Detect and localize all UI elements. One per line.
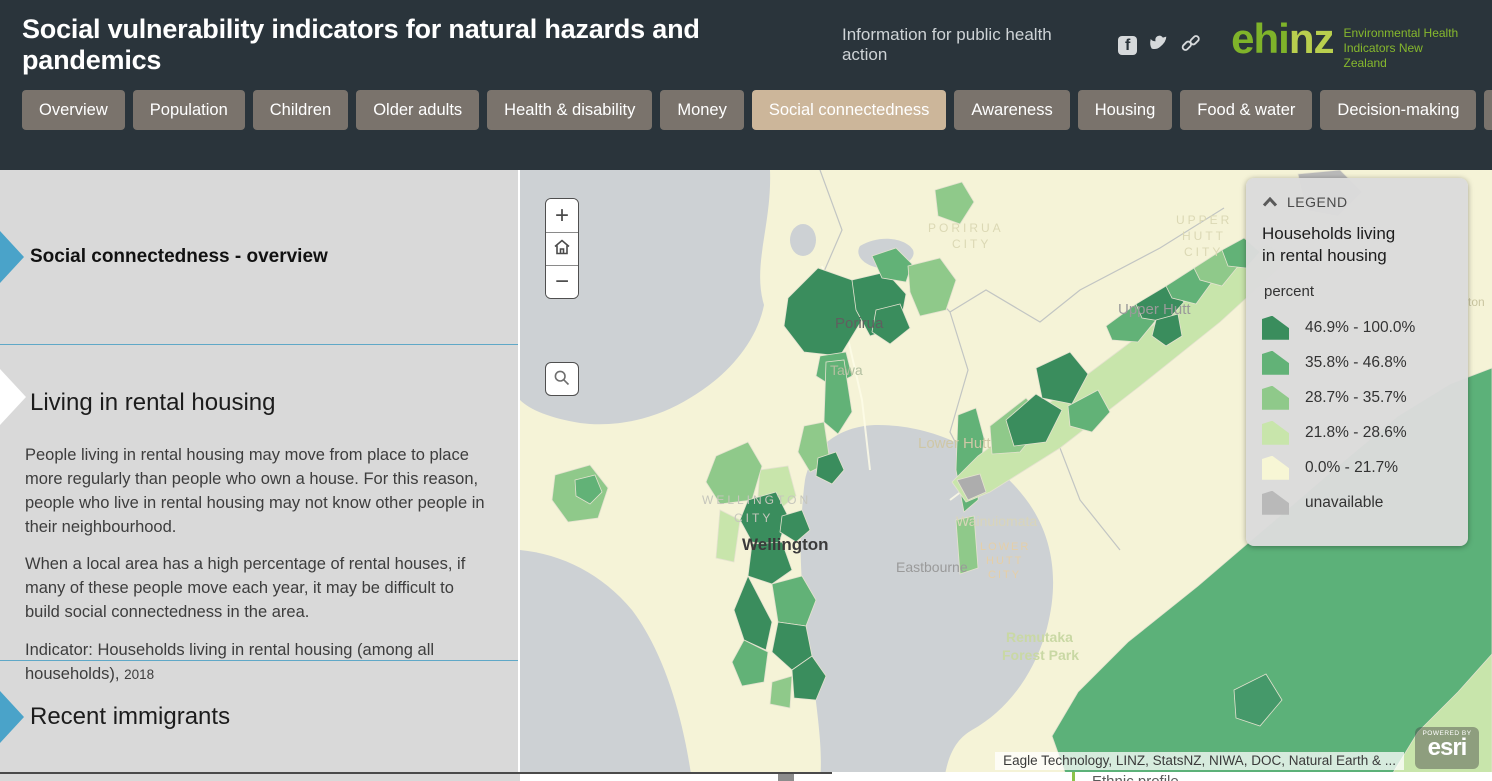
- tab-overview[interactable]: Overview: [22, 90, 125, 130]
- footer-partial-label: Ethnic profile: [1092, 773, 1179, 781]
- page-title: Social vulnerability indicators for natu…: [22, 14, 842, 76]
- class-swatch: [1262, 316, 1289, 340]
- tab-money[interactable]: Money: [660, 90, 744, 130]
- twitter-icon[interactable]: [1149, 34, 1169, 56]
- legend-unit-label: percent: [1262, 283, 1454, 300]
- svg-text:Wellington: Wellington: [742, 535, 829, 554]
- search-icon: [553, 369, 571, 390]
- ehinz-logo[interactable]: ehinz Environmental Health Indicators Ne…: [1231, 20, 1468, 71]
- tab-social-connectedness[interactable]: Social connectedness: [752, 90, 947, 130]
- class-swatch: [1262, 386, 1289, 410]
- footer-strip: Ethnic profile: [0, 772, 1492, 781]
- link-icon[interactable]: [1181, 34, 1201, 57]
- tab-housing[interactable]: Housing: [1078, 90, 1173, 130]
- map-search-button[interactable]: [545, 362, 579, 396]
- sidebar-item-rental-housing[interactable]: Living in rental housing: [0, 345, 518, 443]
- footer-left-segment: [0, 772, 520, 781]
- tab-population[interactable]: Population: [133, 90, 245, 130]
- sidebar-item-recent-immigrants[interactable]: Recent immigrants: [0, 661, 518, 773]
- rental-housing-description: People living in rental housing may move…: [0, 443, 518, 686]
- zoom-in-button[interactable]: +: [546, 199, 578, 232]
- svg-text:CITY: CITY: [988, 569, 1021, 581]
- esri-wordmark: esri: [1415, 737, 1479, 759]
- svg-text:HUTT: HUTT: [1182, 229, 1226, 243]
- legend-header-label: LEGEND: [1287, 194, 1348, 210]
- svg-text:CITY: CITY: [1184, 245, 1223, 259]
- legend-title: Households living in rental housing: [1262, 223, 1412, 267]
- tab-awareness[interactable]: Awareness: [954, 90, 1069, 130]
- svg-text:Eastbourne: Eastbourne: [896, 559, 968, 575]
- legend-item: 35.8% - 46.8%: [1262, 345, 1454, 380]
- legend-collapse-toggle[interactable]: LEGEND: [1262, 194, 1454, 210]
- recent-immigrants-title: Recent immigrants: [0, 703, 230, 731]
- rental-housing-title: Living in rental housing: [0, 389, 276, 417]
- chevron-right-icon: [0, 369, 26, 425]
- legend-item: 21.8% - 28.6%: [1262, 415, 1454, 450]
- svg-text:Porirua: Porirua: [835, 315, 884, 332]
- chevron-up-icon: [1262, 194, 1278, 210]
- tab-health-disability[interactable]: Health & disability: [487, 90, 652, 130]
- svg-text:ton: ton: [1468, 295, 1485, 309]
- sidebar-item-overview[interactable]: Social connectedness - overview: [0, 170, 518, 345]
- footer-green-divider: [1072, 772, 1075, 781]
- svg-text:UPPER: UPPER: [1176, 213, 1232, 227]
- map-attribution: Eagle Technology, LINZ, StatsNZ, NIWA, D…: [995, 752, 1404, 770]
- legend-item: 28.7% - 35.7%: [1262, 380, 1454, 415]
- legend-item: 46.9% - 100.0%: [1262, 310, 1454, 345]
- svg-text:CITY: CITY: [734, 511, 773, 525]
- sidebar-section-rental-housing: Living in rental housing People living i…: [0, 345, 518, 661]
- legend-item: unavailable: [1262, 485, 1454, 520]
- class-swatch: [1262, 491, 1289, 515]
- class-swatch: [1262, 421, 1289, 445]
- svg-text:Upper Hutt: Upper Hutt: [1118, 301, 1191, 318]
- class-swatch: [1262, 456, 1289, 480]
- map-container[interactable]: PORIRUA CITY UPPER HUTT CITY WELLINGTON …: [520, 170, 1492, 781]
- footer-square: [778, 774, 794, 781]
- svg-text:Tawa: Tawa: [830, 362, 863, 378]
- ehinz-logo-text: ehinz: [1231, 20, 1333, 58]
- header-right: Information for public health action f e: [842, 20, 1468, 71]
- map-zoom-controls: + −: [545, 198, 579, 299]
- home-icon: [552, 235, 572, 263]
- paragraph: People living in rental housing may move…: [25, 443, 488, 539]
- chevron-right-icon: [0, 691, 24, 743]
- tab-menu[interactable]: [1484, 90, 1492, 130]
- sidebar-overview-title: Social connectedness - overview: [0, 246, 328, 268]
- svg-text:LOWER: LOWER: [980, 541, 1030, 553]
- legend-item: 0.0% - 21.7%: [1262, 450, 1454, 485]
- legend-panel: LEGEND Households living in rental housi…: [1246, 178, 1468, 546]
- facebook-icon[interactable]: f: [1118, 36, 1137, 55]
- social-icons: f: [1118, 34, 1201, 57]
- home-button[interactable]: [546, 232, 578, 265]
- paragraph: When a local area has a high percentage …: [25, 552, 488, 624]
- chevron-right-icon: [0, 231, 24, 283]
- page: Social vulnerability indicators for natu…: [0, 0, 1492, 781]
- class-swatch: [1262, 351, 1289, 375]
- ehinz-logo-tagline: Environmental Health Indicators New Zeal…: [1343, 20, 1468, 71]
- tab-older-adults[interactable]: Older adults: [356, 90, 479, 130]
- header-subtitle: Information for public health action: [842, 25, 1100, 65]
- nav-tabs: Overview Population Children Older adult…: [0, 76, 1492, 130]
- zoom-out-button[interactable]: −: [546, 265, 578, 298]
- svg-text:Wainuiomata: Wainuiomata: [956, 513, 1037, 529]
- tab-decision-making[interactable]: Decision-making: [1320, 90, 1476, 130]
- svg-text:Forest Park: Forest Park: [1002, 647, 1079, 663]
- svg-text:WELLINGTON: WELLINGTON: [702, 493, 811, 507]
- svg-text:CITY: CITY: [952, 237, 991, 251]
- sidebar: Social connectedness - overview Living i…: [0, 170, 520, 772]
- svg-text:Remutaka: Remutaka: [1006, 629, 1073, 645]
- header: Social vulnerability indicators for natu…: [0, 0, 1492, 170]
- svg-text:PORIRUA: PORIRUA: [928, 221, 1004, 235]
- tab-food-water[interactable]: Food & water: [1180, 90, 1312, 130]
- svg-text:Lower Hutt: Lower Hutt: [918, 435, 991, 452]
- tab-children[interactable]: Children: [253, 90, 348, 130]
- svg-text:HUTT: HUTT: [986, 555, 1023, 567]
- esri-logo: POWERED BY esri: [1415, 727, 1479, 769]
- top-bar: Social vulnerability indicators for natu…: [0, 0, 1492, 76]
